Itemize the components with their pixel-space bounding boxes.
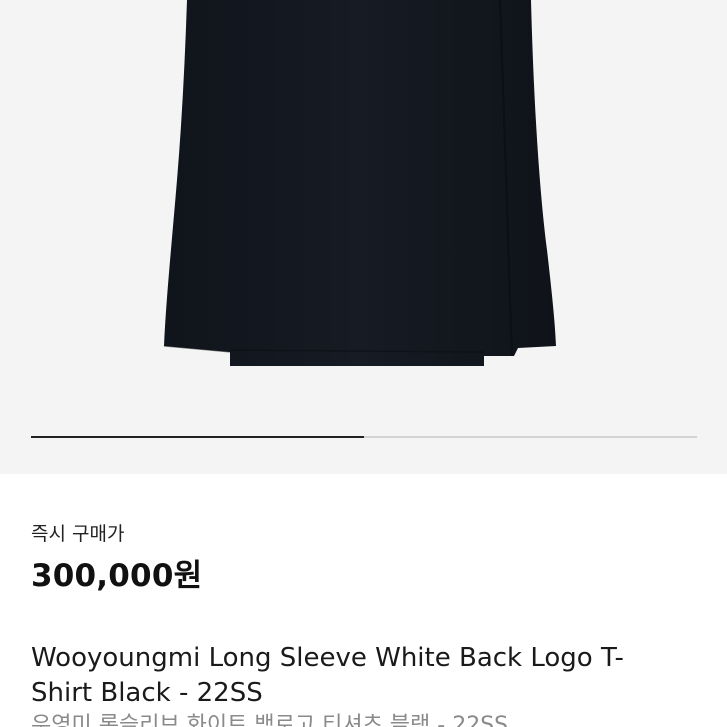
- shirt-body: [164, 0, 556, 366]
- product-title-korean: 우영미 롱슬리브 화이트 백로고 티셔츠 블랙 - 22SS: [31, 713, 509, 727]
- product-title: Wooyoungmi Long Sleeve White Back Logo T…: [31, 643, 624, 708]
- gallery-progress-track: [31, 436, 697, 438]
- product-detail-page: 즉시 구매가 300,000원 Wooyoungmi Long Sleeve W…: [0, 0, 727, 727]
- price-label: 즉시 구매가: [31, 523, 125, 545]
- product-image-carousel[interactable]: [0, 0, 727, 474]
- gallery-progress-indicator: [31, 436, 364, 438]
- price-value: 300,000원: [31, 558, 203, 594]
- product-photo: [163, 0, 556, 366]
